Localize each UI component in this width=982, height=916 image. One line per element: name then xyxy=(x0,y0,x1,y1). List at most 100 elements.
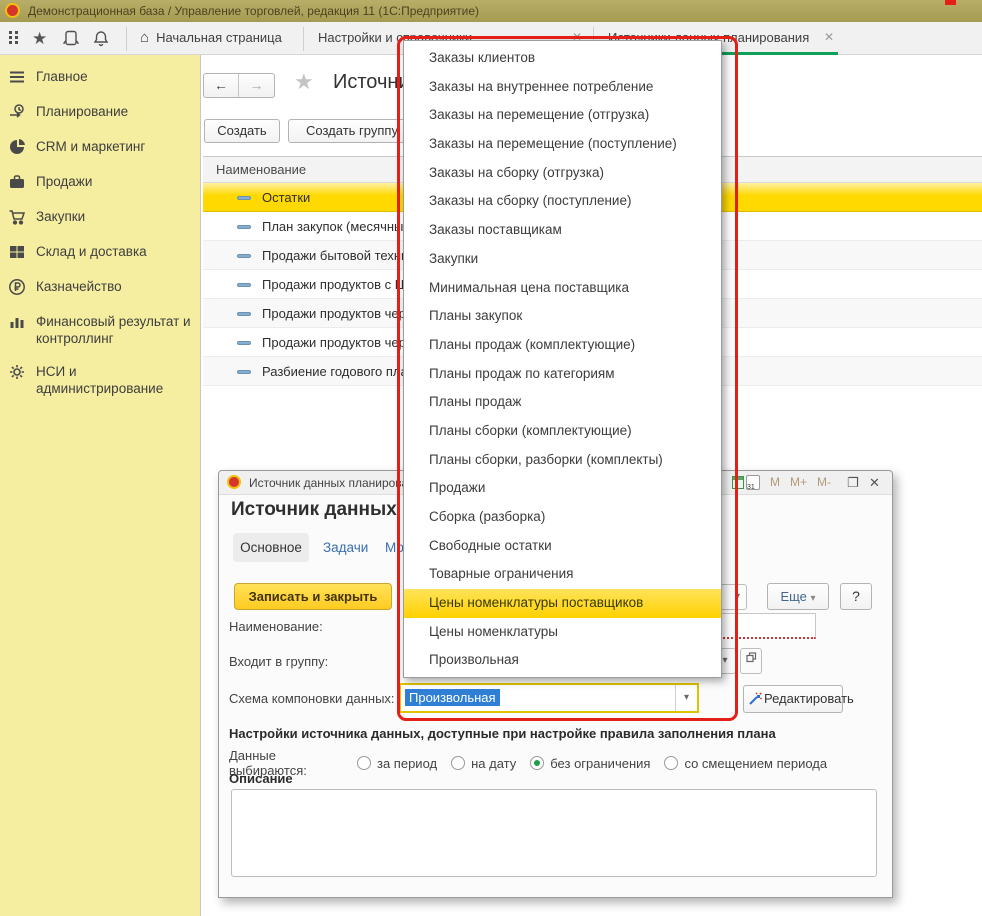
radio-selected-icon xyxy=(530,756,544,770)
bar-chart-icon xyxy=(8,313,26,331)
calendar-icon[interactable]: 31 xyxy=(746,475,760,490)
dropdown-item-selected[interactable]: Цены номенклатуры поставщиков xyxy=(404,589,721,618)
dropdown-item[interactable]: Планы продаж xyxy=(404,388,721,417)
notifications-bell-icon[interactable] xyxy=(92,29,110,47)
radio-option-period-shift[interactable]: со смещением периода xyxy=(664,756,827,771)
planning-icon xyxy=(8,103,26,121)
radio-icon xyxy=(451,756,465,770)
schema-dropdown-list: Заказы клиентов Заказы на внутреннее пот… xyxy=(403,40,722,678)
back-button[interactable]: ← xyxy=(204,74,239,97)
create-group-button[interactable]: Создать группу xyxy=(288,119,416,143)
dropdown-item[interactable]: Заказы на сборку (отгрузка) xyxy=(404,159,721,188)
schema-combo-arrow-icon[interactable]: ▾ xyxy=(675,685,697,711)
favorite-star-icon[interactable]: ★ xyxy=(294,69,314,95)
favorites-star-icon[interactable]: ★ xyxy=(32,29,50,47)
close-icon[interactable]: ✕ xyxy=(869,475,880,491)
dropdown-item[interactable]: Заказы поставщикам xyxy=(404,216,721,245)
create-button[interactable]: Создать xyxy=(204,119,280,143)
dropdown-item[interactable]: Планы продаж по категориям xyxy=(404,360,721,389)
sidebar-item-sales[interactable]: Продажи xyxy=(0,170,195,205)
settings-section-header: Настройки источника данных, доступные пр… xyxy=(229,726,776,741)
dropdown-item[interactable]: Цены номенклатуры xyxy=(404,618,721,647)
dropdown-item[interactable]: Заказы на перемещение (отгрузка) xyxy=(404,101,721,130)
schema-combo[interactable]: Произвольная ▾ xyxy=(399,683,699,713)
dropdown-item[interactable]: Заказы на внутреннее потребление xyxy=(404,73,721,102)
sidebar-item-finance[interactable]: Финансовый результат и контроллинг xyxy=(0,310,195,360)
item-dash-icon xyxy=(237,312,251,316)
gear-icon xyxy=(8,363,26,381)
forward-button[interactable]: → xyxy=(239,74,274,97)
warehouse-icon xyxy=(8,243,26,261)
dropdown-item[interactable]: Заказы клиентов xyxy=(404,44,721,73)
item-dash-icon xyxy=(237,283,251,287)
dropdown-item[interactable]: Закупки xyxy=(404,245,721,274)
chevron-down-icon: ▾ xyxy=(811,593,816,604)
name-field-label: Наименование: xyxy=(229,619,323,634)
description-textarea[interactable] xyxy=(231,789,877,877)
pie-chart-icon xyxy=(8,138,26,156)
briefcase-icon xyxy=(8,173,26,191)
dialog-tab-tasks[interactable]: Задачи xyxy=(323,540,368,555)
sidebar-item-planning[interactable]: Планирование xyxy=(0,100,195,135)
sidebar-divider xyxy=(200,55,201,916)
group-open-icon[interactable] xyxy=(740,648,762,674)
more-button[interactable]: Еще ▾ xyxy=(767,583,829,610)
1c-logo-icon xyxy=(227,475,241,489)
dropdown-item[interactable]: Свободные остатки xyxy=(404,532,721,561)
sections-menu-icon[interactable] xyxy=(6,29,24,47)
cart-icon xyxy=(8,208,26,226)
data-select-row: Данные выбираются: за период на дату без… xyxy=(229,748,889,778)
dropdown-item[interactable]: Заказы на сборку (поступление) xyxy=(404,187,721,216)
dropdown-item[interactable]: Сборка (разборка) xyxy=(404,503,721,532)
item-dash-icon xyxy=(237,341,251,345)
tab-home[interactable]: ⌂Начальная страница xyxy=(140,22,282,54)
window-title: Демонстрационная база / Управление торго… xyxy=(28,0,479,22)
description-label: Описание xyxy=(229,771,293,786)
dropdown-item[interactable]: Заказы на перемещение (поступление) xyxy=(404,130,721,159)
toolbar-separator xyxy=(126,27,127,51)
edit-schema-button[interactable]: Редактировать xyxy=(743,685,843,713)
item-dash-icon xyxy=(237,225,251,229)
dropdown-item[interactable]: Продажи xyxy=(404,474,721,503)
radio-icon xyxy=(357,756,371,770)
radio-option-no-limit[interactable]: без ограничения xyxy=(530,756,650,771)
schema-field-label: Схема компоновки данных: xyxy=(229,691,395,706)
1c-logo-icon xyxy=(5,3,20,18)
sidebar-item-purchases[interactable]: Закупки xyxy=(0,205,195,240)
split-button-arrow-icon[interactable]: ▾ xyxy=(719,584,747,610)
dropdown-item[interactable]: Товарные ограничения xyxy=(404,560,721,589)
dropdown-item[interactable]: Планы продаж (комплектующие) xyxy=(404,331,721,360)
maximize-icon[interactable]: ❐ xyxy=(847,475,859,491)
home-icon: ⌂ xyxy=(140,29,149,46)
sidebar-item-crm[interactable]: CRM и маркетинг xyxy=(0,135,195,170)
dropdown-item[interactable]: Планы сборки (комплектующие) xyxy=(404,417,721,446)
spreadsheet-icon[interactable] xyxy=(732,476,744,489)
ruble-icon xyxy=(8,278,26,296)
sidebar: Главное Планирование CRM и маркетинг Про… xyxy=(0,55,200,916)
dropdown-item[interactable]: Минимальная цена поставщика xyxy=(404,274,721,303)
tab-planning-sources-close-icon[interactable]: ✕ xyxy=(822,30,836,44)
tab-separator xyxy=(303,27,304,51)
sidebar-item-main[interactable]: Главное xyxy=(0,65,195,100)
calc-m-button[interactable]: M xyxy=(770,475,780,489)
calc-m-minus-button[interactable]: M- xyxy=(817,475,831,489)
calc-m-plus-button[interactable]: M+ xyxy=(790,475,807,489)
sidebar-item-treasury[interactable]: Казначейство xyxy=(0,275,195,310)
history-icon[interactable] xyxy=(62,29,80,47)
radio-icon xyxy=(664,756,678,770)
menu-icon xyxy=(8,68,26,86)
dialog-tab-main[interactable]: Основное xyxy=(233,533,309,562)
radio-option-date[interactable]: на дату xyxy=(451,756,516,771)
item-dash-icon xyxy=(237,370,251,374)
help-button[interactable]: ? xyxy=(840,583,872,610)
sidebar-item-admin[interactable]: НСИ и администрирование xyxy=(0,360,195,410)
group-field-label: Входит в группу: xyxy=(229,654,328,669)
dropdown-item[interactable]: Произвольная xyxy=(404,646,721,675)
window-titlebar: Демонстрационная база / Управление торго… xyxy=(0,0,982,22)
dropdown-item[interactable]: Планы сборки, разборки (комплекты) xyxy=(404,446,721,475)
dropdown-item[interactable]: Планы закупок xyxy=(404,302,721,331)
sidebar-item-warehouse[interactable]: Склад и доставка xyxy=(0,240,195,275)
radio-option-period[interactable]: за период xyxy=(357,756,437,771)
item-dash-icon xyxy=(237,196,251,200)
save-close-button[interactable]: Записать и закрыть xyxy=(234,583,392,610)
